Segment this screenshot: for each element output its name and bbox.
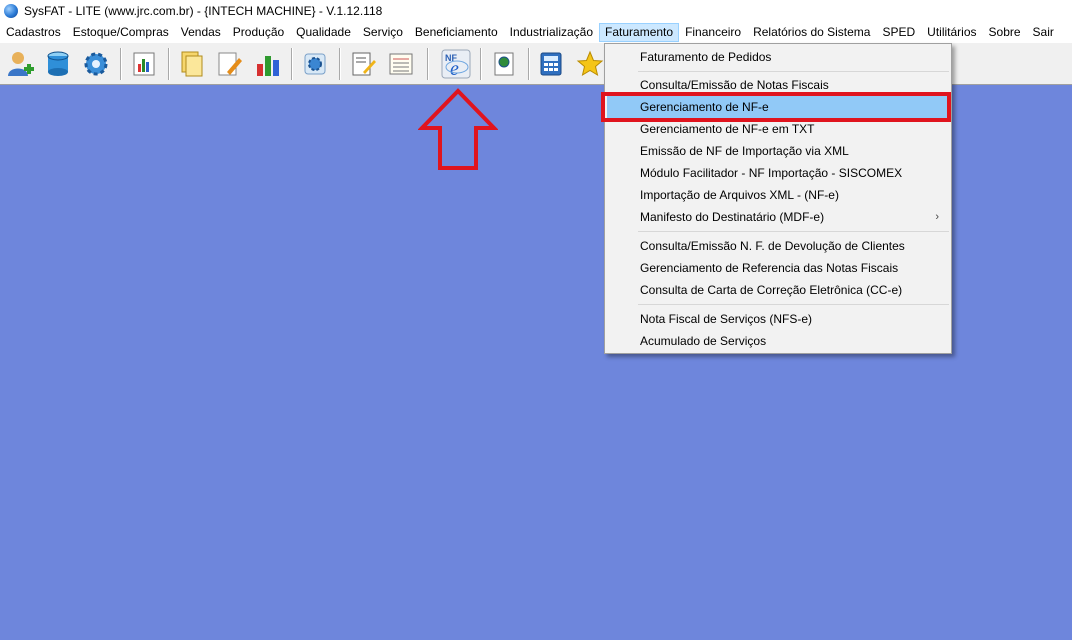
- settings-gear-icon[interactable]: [81, 49, 111, 79]
- calculator-icon[interactable]: [536, 49, 566, 79]
- menu-item-carta-correcao[interactable]: Consulta de Carta de Correção Eletrônica…: [607, 279, 949, 301]
- menu-qualidade[interactable]: Qualidade: [290, 23, 357, 42]
- menu-item-importacao-xml[interactable]: Importação de Arquivos XML - (NF-e): [607, 184, 949, 206]
- chart-book-icon[interactable]: [129, 49, 159, 79]
- menu-sobre[interactable]: Sobre: [983, 23, 1027, 42]
- menu-item-label: Manifesto do Destinatário (MDF-e): [640, 210, 825, 224]
- report-list-icon[interactable]: [386, 49, 416, 79]
- user-add-icon[interactable]: [5, 49, 35, 79]
- window-title: SysFAT - LITE (www.jrc.com.br) - {INTECH…: [24, 4, 383, 18]
- menu-item-manifesto-destinatario[interactable]: Manifesto do Destinatário (MDF-e) ›: [607, 206, 949, 228]
- toolbar-separator: [528, 48, 530, 80]
- menu-producao[interactable]: Produção: [227, 23, 290, 42]
- faturamento-dropdown-menu: Faturamento de Pedidos Consulta/Emissão …: [604, 43, 952, 354]
- menu-faturamento[interactable]: Faturamento: [599, 23, 680, 42]
- toolbar-separator: [339, 48, 341, 80]
- menu-sair[interactable]: Sair: [1027, 23, 1060, 42]
- menu-sped[interactable]: SPED: [876, 23, 921, 42]
- menu-item-gerenciamento-nfe-txt[interactable]: Gerenciamento de NF-e em TXT: [607, 118, 949, 140]
- menu-separator: [638, 304, 949, 305]
- toolbar-separator: [168, 48, 170, 80]
- toolbar-separator: [120, 48, 122, 80]
- menu-servico[interactable]: Serviço: [357, 23, 409, 42]
- annotation-up-arrow: [417, 88, 499, 175]
- app-globe-icon: [4, 4, 18, 18]
- menu-item-consulta-emissao-nf[interactable]: Consulta/Emissão de Notas Fiscais: [607, 74, 949, 96]
- toolbar-separator: [427, 48, 429, 80]
- menu-relatorios[interactable]: Relatórios do Sistema: [747, 23, 876, 42]
- menu-item-faturamento-pedidos[interactable]: Faturamento de Pedidos: [607, 46, 949, 68]
- menu-item-emissao-nf-importacao-xml[interactable]: Emissão de NF de Importação via XML: [607, 140, 949, 162]
- gear-blue-icon[interactable]: [300, 49, 330, 79]
- write-document-icon[interactable]: [348, 49, 378, 79]
- edit-document-icon[interactable]: [214, 49, 244, 79]
- menu-financeiro[interactable]: Financeiro: [679, 23, 747, 42]
- toolbar-separator: [480, 48, 482, 80]
- globe-document-icon[interactable]: [489, 49, 519, 79]
- menu-beneficiamento[interactable]: Beneficiamento: [409, 23, 504, 42]
- menu-cadastros[interactable]: Cadastros: [0, 23, 67, 42]
- menu-estoque-compras[interactable]: Estoque/Compras: [67, 23, 175, 42]
- menu-item-nfs-e[interactable]: Nota Fiscal de Serviços (NFS-e): [607, 308, 949, 330]
- documents-icon[interactable]: [176, 49, 206, 79]
- database-icon[interactable]: [43, 49, 73, 79]
- title-bar: SysFAT - LITE (www.jrc.com.br) - {INTECH…: [0, 0, 1072, 23]
- menu-vendas[interactable]: Vendas: [175, 23, 227, 42]
- menu-item-devolucao-clientes[interactable]: Consulta/Emissão N. F. de Devolução de C…: [607, 235, 949, 257]
- nfe-icon[interactable]: NF e: [441, 49, 471, 79]
- star-icon[interactable]: [575, 49, 605, 79]
- menu-separator: [638, 231, 949, 232]
- menu-separator: [638, 71, 949, 72]
- submenu-arrow-icon: ›: [935, 211, 939, 223]
- menu-item-referencia-notas[interactable]: Gerenciamento de Referencia das Notas Fi…: [607, 257, 949, 279]
- menu-item-gerenciamento-nfe[interactable]: Gerenciamento de NF-e: [607, 96, 949, 118]
- menu-item-acumulado-servicos[interactable]: Acumulado de Serviços: [607, 330, 949, 352]
- menu-bar: Cadastros Estoque/Compras Vendas Produçã…: [0, 23, 1072, 43]
- menu-industrializacao[interactable]: Industrialização: [504, 23, 599, 42]
- toolbar-separator: [291, 48, 293, 80]
- menu-item-modulo-facilitador[interactable]: Módulo Facilitador - NF Importação - SIS…: [607, 162, 949, 184]
- bar-chart-icon[interactable]: [253, 49, 283, 79]
- menu-utilitarios[interactable]: Utilitários: [921, 23, 982, 42]
